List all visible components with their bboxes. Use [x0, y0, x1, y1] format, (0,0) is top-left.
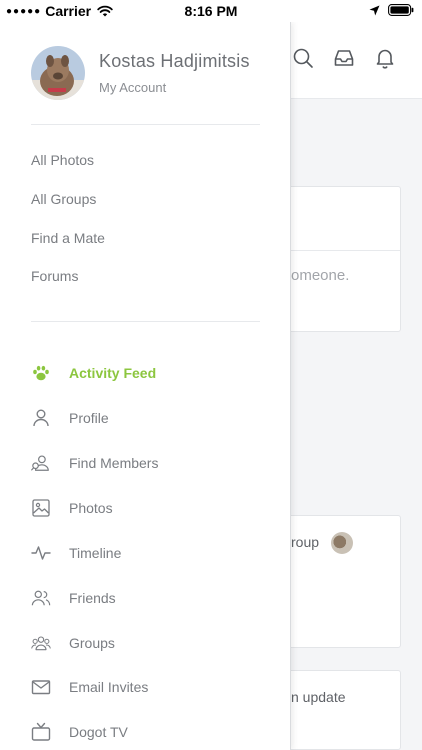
battery-icon — [388, 4, 414, 16]
groups-icon — [31, 633, 51, 653]
bell-icon[interactable] — [373, 46, 397, 70]
nav-item-activity-feed[interactable]: Activity Feed — [31, 358, 271, 388]
signal-dots-icon: ●●●●● — [6, 5, 42, 17]
nav-item-find-members[interactable]: Find Members — [31, 448, 271, 478]
card-partial-text: roup — [291, 534, 320, 550]
nav-item-friends[interactable]: Friends — [31, 583, 271, 613]
search-icon[interactable] — [291, 46, 315, 70]
carrier-label: Carrier — [45, 3, 92, 19]
tv-icon — [31, 722, 51, 742]
nav-item-email-invites[interactable]: Email Invites — [31, 672, 271, 702]
location-arrow-icon — [369, 5, 380, 15]
nav-item-label: Activity Feed — [69, 365, 157, 381]
friends-icon — [31, 588, 51, 608]
nav-item-dogot-tv[interactable]: Dogot TV — [31, 717, 271, 747]
nav-item-timeline[interactable]: Timeline — [31, 538, 271, 568]
status-bar: ●●●●● Carrier 8:16 PM — [0, 0, 422, 22]
nav-item-profile[interactable]: Profile — [31, 403, 271, 433]
wifi-icon — [97, 5, 113, 17]
nav-item-label: Profile — [69, 410, 109, 426]
divider — [31, 124, 260, 125]
link-all-photos[interactable]: All Photos — [31, 152, 94, 168]
user-name: Kostas Hadjimitsis — [99, 51, 250, 71]
avatar[interactable] — [31, 46, 85, 100]
my-account-link[interactable]: My Account — [99, 80, 250, 95]
user-icon — [31, 408, 51, 428]
pulse-icon — [31, 543, 51, 563]
nav-item-groups[interactable]: Groups — [31, 628, 271, 658]
inbox-icon[interactable] — [332, 46, 356, 70]
nav-item-label: Find Members — [69, 455, 159, 471]
nav-item-label: Friends — [69, 590, 116, 606]
profile-header[interactable]: Kostas Hadjimitsis My Account — [31, 45, 271, 101]
find-members-icon — [31, 453, 51, 473]
nav-item-label: Dogot TV — [69, 724, 128, 740]
link-all-groups[interactable]: All Groups — [31, 191, 96, 207]
card-partial-text: omeone. — [291, 267, 350, 284]
image-icon — [31, 498, 51, 518]
nav-item-label: Groups — [69, 635, 115, 651]
nav-item-label: Photos — [69, 500, 113, 516]
mail-icon — [31, 677, 51, 697]
card-partial-text: n update — [291, 689, 346, 705]
nav-item-photos[interactable]: Photos — [31, 493, 271, 523]
link-forums[interactable]: Forums — [31, 268, 78, 284]
status-left: ●●●●● Carrier — [6, 3, 113, 19]
status-right — [369, 4, 414, 16]
mini-avatar[interactable] — [331, 532, 353, 554]
paw-icon — [31, 363, 51, 383]
link-find-a-mate[interactable]: Find a Mate — [31, 230, 105, 246]
app-screen: ●●●●● Carrier 8:16 PM omeone. roup n upd… — [0, 0, 422, 750]
divider — [31, 321, 260, 322]
nav-item-label: Timeline — [69, 545, 122, 561]
nav-item-label: Email Invites — [69, 679, 149, 695]
navigation-drawer: Kostas Hadjimitsis My Account All Photos… — [0, 22, 291, 750]
